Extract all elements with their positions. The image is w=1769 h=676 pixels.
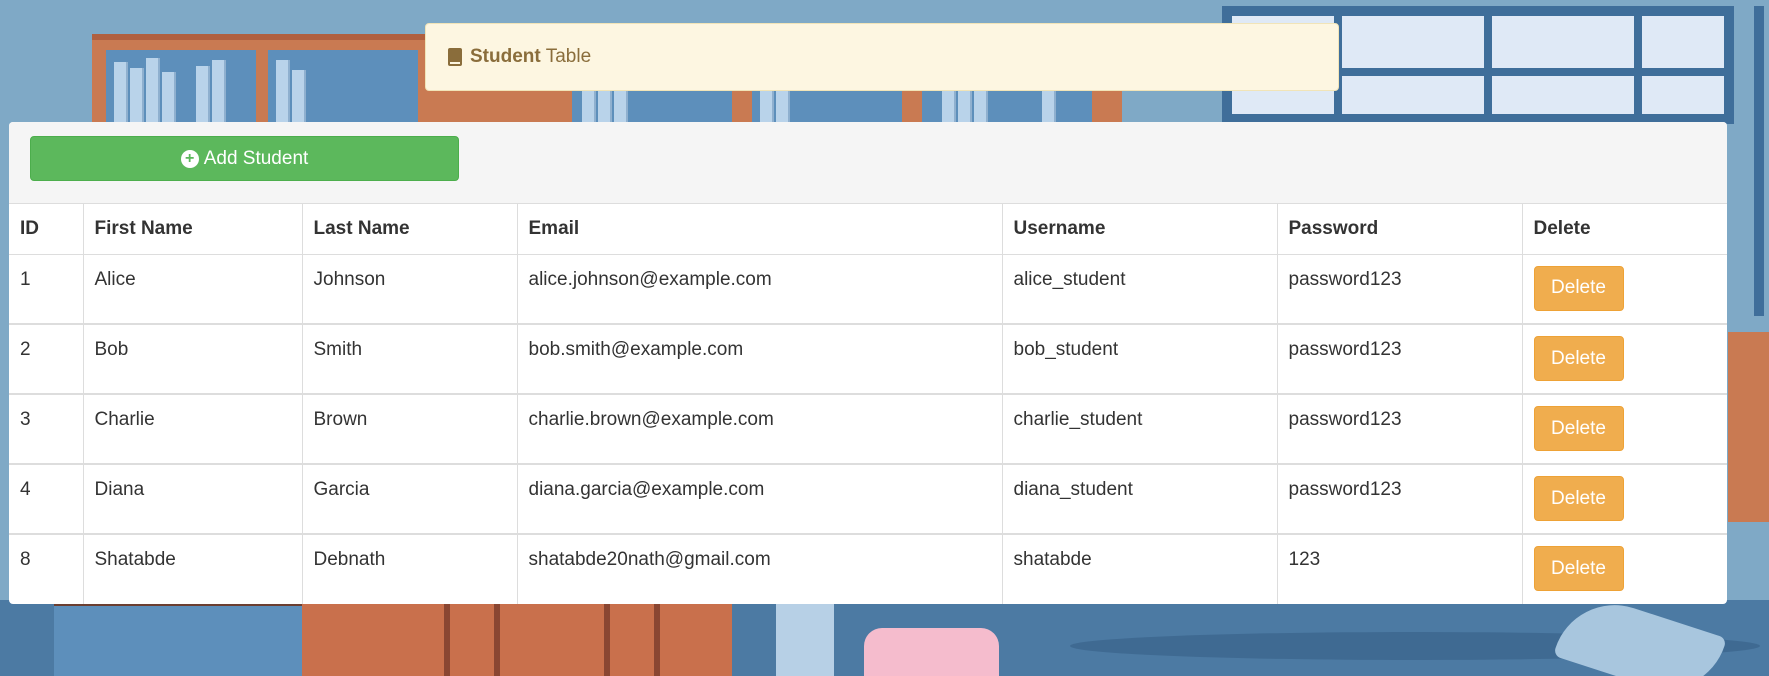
cell-id: 2 — [20, 339, 31, 360]
cell-last-name: Garcia — [301, 464, 517, 534]
column-header-email: Email — [516, 204, 1002, 255]
cell-first-name: Alice — [82, 254, 302, 324]
background-person — [776, 600, 834, 676]
cell-password: password123 — [1276, 394, 1522, 464]
cell-first-name: Charlie — [82, 394, 302, 464]
background-lower-shelf — [54, 600, 304, 676]
background-right-shelf — [1728, 332, 1769, 522]
cell-username: diana_student — [1001, 464, 1277, 534]
student-table: ID First Name Last Name Email Username P… — [9, 204, 1727, 604]
background-shelf-slot — [268, 50, 418, 132]
cell-id: 8 — [20, 549, 31, 570]
table-row: 4 Diana Garcia diana.garcia@example.com … — [9, 464, 1727, 534]
delete-button[interactable]: Delete — [1533, 265, 1624, 311]
delete-button[interactable]: Delete — [1533, 476, 1624, 521]
cell-email: charlie.brown@example.com — [516, 394, 1002, 464]
background-shelf-slot — [106, 50, 256, 132]
add-student-button[interactable]: + Add Student — [30, 136, 459, 181]
page-heading: Student Table — [425, 23, 1339, 91]
table-row: 2 Bob Smith bob.smith@example.com bob_st… — [9, 324, 1727, 394]
table-row: 3 Charlie Brown charlie.brown@example.co… — [9, 394, 1727, 464]
delete-button[interactable]: Delete — [1533, 406, 1624, 451]
cell-username: charlie_student — [1001, 394, 1277, 464]
cell-last-name: Brown — [301, 394, 517, 464]
table-header-row: ID First Name Last Name Email Username P… — [9, 204, 1727, 255]
column-header-password: Password — [1276, 204, 1522, 255]
cell-delete: Delete — [1521, 394, 1727, 464]
cell-username: bob_student — [1001, 324, 1277, 394]
background-cushion — [864, 628, 999, 676]
cell-last-name: Debnath — [301, 534, 517, 604]
cell-password: password123 — [1276, 254, 1522, 324]
cell-email: alice.johnson@example.com — [516, 254, 1002, 324]
cell-password: 123 — [1276, 534, 1522, 604]
student-table-panel: + Add Student ID First Name Last Name Em… — [9, 122, 1727, 604]
delete-button[interactable]: Delete — [1533, 336, 1624, 381]
column-header-last-name: Last Name — [301, 204, 517, 255]
column-header-username: Username — [1001, 204, 1277, 255]
table-toolbar: + Add Student — [9, 122, 1727, 204]
cell-last-name: Smith — [301, 324, 517, 394]
delete-button[interactable]: Delete — [1533, 546, 1624, 591]
cell-delete: Delete — [1521, 464, 1727, 534]
cell-username: alice_student — [1001, 254, 1277, 324]
column-header-delete: Delete — [1521, 204, 1727, 255]
cell-last-name: Johnson — [301, 254, 517, 324]
cell-delete: Delete — [1521, 534, 1727, 604]
heading-bold-text: Student — [470, 46, 541, 67]
page-background: Student Table + Add Student ID First Nam… — [0, 0, 1769, 676]
column-header-first-name: First Name — [82, 204, 302, 255]
background-cabinet — [302, 600, 732, 676]
table-row: 8 Shatabde Debnath shatabde20nath@gmail.… — [9, 534, 1727, 604]
cell-email: diana.garcia@example.com — [516, 464, 1002, 534]
cell-password: password123 — [1276, 464, 1522, 534]
cell-first-name: Shatabde — [82, 534, 302, 604]
plus-circle-icon: + — [180, 149, 199, 168]
heading-text: Table — [545, 46, 592, 67]
cell-delete: Delete — [1521, 254, 1727, 324]
cell-delete: Delete — [1521, 324, 1727, 394]
cell-password: password123 — [1276, 324, 1522, 394]
cell-email: shatabde20nath@gmail.com — [516, 534, 1002, 604]
cell-id: 3 — [20, 409, 31, 430]
cell-username: shatabde — [1001, 534, 1277, 604]
cell-first-name: Bob — [82, 324, 302, 394]
table-row: 1 Alice Johnson alice.johnson@example.co… — [9, 254, 1727, 324]
column-header-id: ID — [9, 204, 83, 255]
add-student-label: Add Student — [203, 147, 309, 169]
cell-id: 4 — [20, 479, 31, 500]
cell-first-name: Diana — [82, 464, 302, 534]
cell-id: 1 — [20, 268, 31, 290]
book-icon — [448, 48, 462, 66]
background-window-post — [1754, 6, 1764, 316]
cell-email: bob.smith@example.com — [516, 324, 1002, 394]
